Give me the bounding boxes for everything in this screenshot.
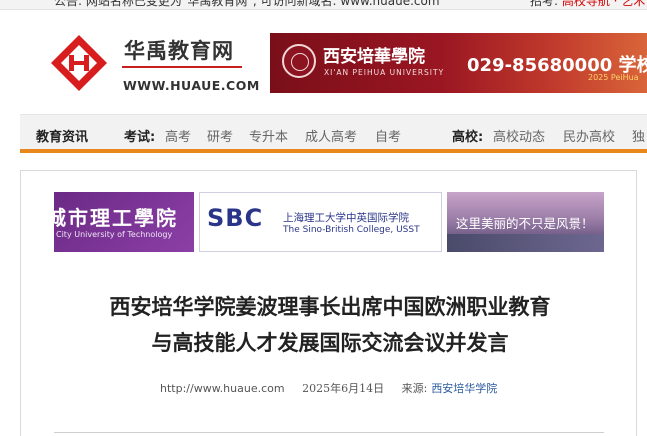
peihua-banner-ad[interactable]: 西安培華學院 XI'AN PEIHUA UNIVERSITY 029-85680… [270, 33, 647, 93]
ad-city-university[interactable]: 城市理工學院 City University of Technology [54, 192, 194, 252]
banner-school-name: 西安培華學院 [323, 47, 425, 67]
article-divider [54, 432, 604, 433]
nav-link-private-colleges[interactable]: 民办高校 [563, 126, 615, 145]
ad1-subtitle: City University of Technology [56, 230, 173, 239]
article-meta: http://www.huaue.com 2025年6月14日 来源: 西安培华学… [160, 380, 511, 396]
site-logo-icon[interactable] [49, 33, 109, 93]
nav-link-college-news[interactable]: 高校动态 [493, 126, 545, 145]
article-title-line-2: 与高技能人才发展国际交流会议并发言 [151, 331, 509, 355]
ad2-chinese-name: 上海理工大学中英国际学院 [283, 212, 409, 224]
article-title: 西安培华学院姜波理事长出席中国欧洲职业教育 与高技能人才发展国际交流会议并发言 [40, 289, 620, 361]
ad-scenery[interactable]: 这里美丽的不只是风景！ [447, 192, 604, 252]
brand-divider [122, 66, 242, 68]
nav-link-gaokao[interactable]: 高考 [165, 126, 191, 145]
top-right-links: 招考: 高校导航 · 艺术 [530, 0, 645, 9]
nav-link-more[interactable]: 独 [632, 126, 645, 145]
site-url[interactable]: WWW.HUAUE.COM [123, 78, 260, 93]
ad3-text: 这里美丽的不只是风景！ [456, 216, 594, 231]
nav-section-label[interactable]: 教育资讯 [36, 126, 88, 145]
article-title-line-1: 西安培华学院姜波理事长出席中国欧洲职业教育 [109, 295, 551, 319]
article-site: http://www.huaue.com [160, 382, 285, 395]
ad1-title: 城市理工學院 [54, 206, 178, 230]
notice-text: 公告: 网站名称已变更为"华禹教育网", 可访问新域名: www.huaue.c… [54, 0, 440, 8]
nav-accent-bar [20, 149, 647, 153]
nav-link-guide[interactable]: 高校导航 · 艺术 [562, 0, 645, 8]
nav-link-zikao[interactable]: 自考 [375, 126, 401, 145]
article-source-link[interactable]: 西安培华学院 [431, 382, 497, 395]
nav-exam-label: 考试: [124, 130, 156, 145]
nav-link-zhuanshengben[interactable]: 专升本 [249, 126, 288, 145]
site-name[interactable]: 华禹教育网 [124, 35, 234, 65]
ad3-scenery-image [447, 234, 604, 252]
main-nav: 教育资讯 考试: 高考 研考 专升本 成人高考 自考 高校: 高校动态 民办高校… [20, 114, 647, 153]
nav-link-chengren[interactable]: 成人高考 [305, 126, 357, 145]
banner-sub: 2025 PeiHua [588, 73, 639, 82]
banner-school-english: XI'AN PEIHUA UNIVERSITY [324, 68, 445, 77]
nav-college-label: 高校: [452, 130, 484, 145]
top-notice-bar: 公告: 网站名称已变更为"华禹教育网", 可访问新域名: www.huaue.c… [0, 0, 647, 10]
school-seal-icon [282, 44, 316, 78]
sbc-logo: SBC [207, 204, 264, 232]
nav-link-yankao[interactable]: 研考 [207, 126, 233, 145]
ad-sino-british-college[interactable]: SBC 上海理工大学中英国际学院 The Sino-British Colleg… [199, 192, 442, 252]
ad2-english-name: The Sino-British College, USST [283, 225, 420, 235]
source-label: 来源: [401, 382, 428, 395]
article-date: 2025年6月14日 [302, 382, 385, 395]
